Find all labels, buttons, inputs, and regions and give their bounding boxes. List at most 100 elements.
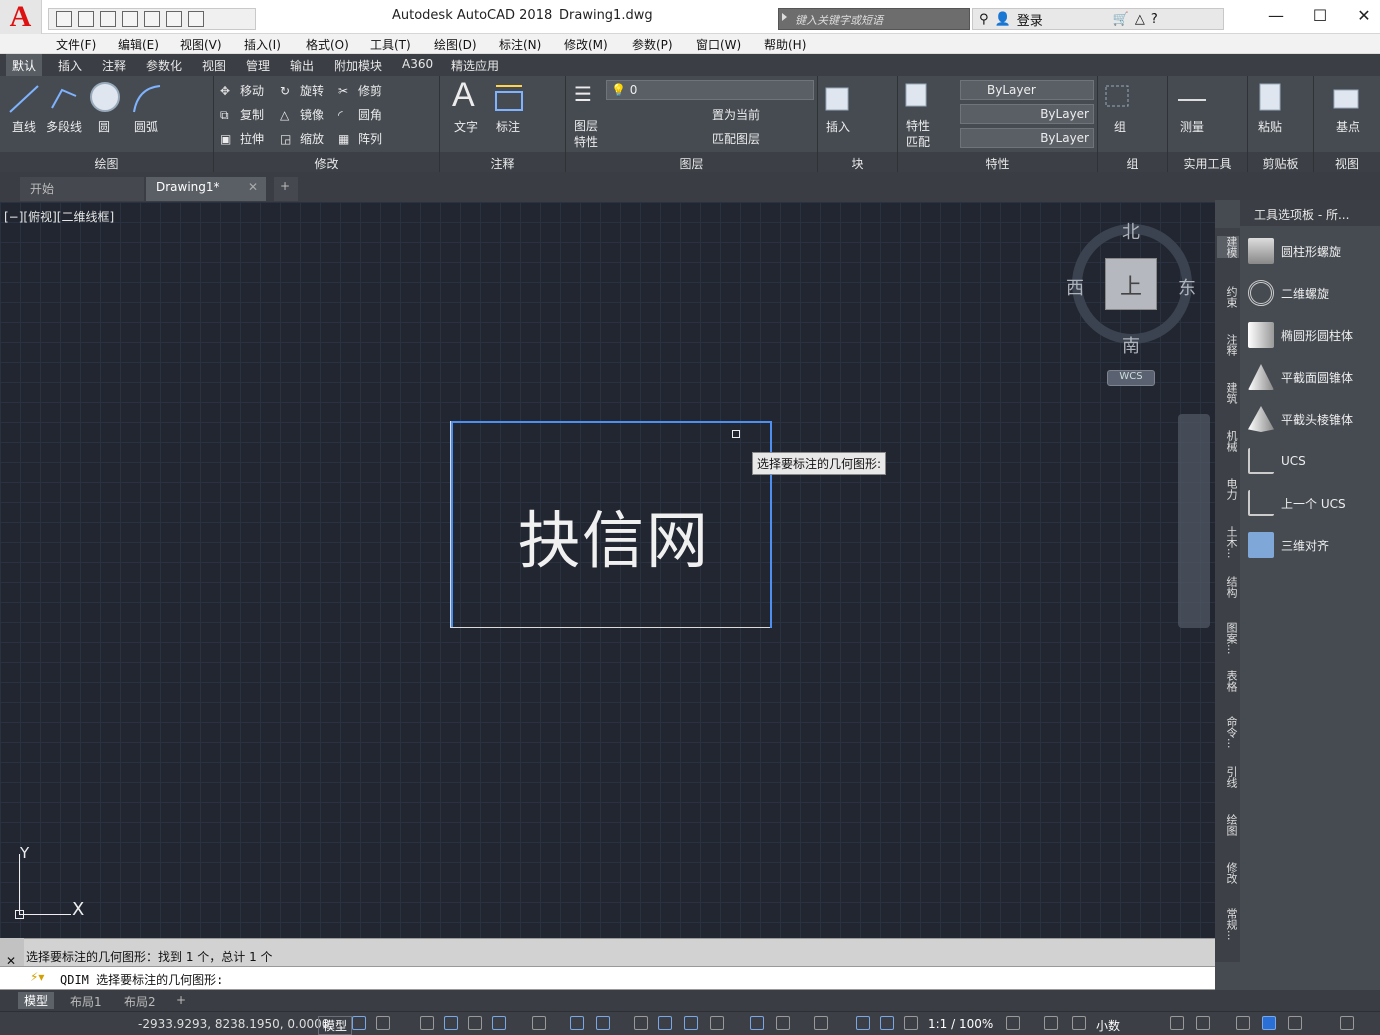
customization-icon[interactable] <box>1340 1016 1354 1030</box>
close-tab-icon[interactable]: ✕ <box>248 180 258 194</box>
ortho-icon[interactable] <box>468 1016 482 1030</box>
redo-icon[interactable] <box>188 11 204 27</box>
transparency-icon[interactable] <box>658 1016 672 1030</box>
app-menu-button[interactable]: A <box>0 0 42 34</box>
menu-dimension[interactable]: 标注(N) <box>499 36 541 53</box>
new-tab-button[interactable]: + <box>274 177 298 201</box>
palette-tab-tables[interactable]: 表格 <box>1217 670 1239 692</box>
palette-tab-modeling[interactable]: 建模 <box>1217 236 1239 258</box>
tab-layout1[interactable]: 布局1 <box>70 993 102 1010</box>
polyline-button[interactable]: 多段线 <box>46 118 82 135</box>
viewcube-north[interactable]: 北 <box>1122 218 1140 244</box>
login-button[interactable]: 登录 <box>1017 10 1043 29</box>
tab-model[interactable]: 模型 <box>18 992 55 1009</box>
menu-file[interactable]: 文件(F) <box>56 36 96 53</box>
quick-properties-icon[interactable] <box>1170 1016 1184 1030</box>
lock-ui-icon[interactable] <box>1196 1016 1210 1030</box>
binoculars-icon[interactable]: ⚲ <box>979 12 989 27</box>
tab-start[interactable]: 开始 <box>20 177 144 201</box>
dynamic-ucs-icon[interactable] <box>750 1016 764 1030</box>
linetype-dropdown[interactable]: ByLayer <box>960 104 1094 124</box>
annotation-scale-icon[interactable] <box>904 1016 918 1030</box>
infer-constraints-icon[interactable] <box>420 1016 434 1030</box>
palette-item-2d-spiral[interactable]: 二维螺旋 <box>1248 278 1329 308</box>
copy-button[interactable]: ⧉ 复制 <box>220 106 264 124</box>
tab-a360[interactable]: A360 <box>402 57 433 71</box>
menu-format[interactable]: 格式(O) <box>306 36 349 53</box>
lineweight-icon[interactable] <box>634 1016 648 1030</box>
recent-commands-icon[interactable]: ⚡▾ <box>30 970 44 984</box>
minimize-button[interactable]: — <box>1266 6 1286 26</box>
palette-item-frustum-pyramid[interactable]: 平截头棱锥体 <box>1248 404 1353 434</box>
add-layout-button[interactable]: + <box>176 993 186 1007</box>
polar-tracking-icon[interactable] <box>492 1016 506 1030</box>
tab-drawing1[interactable]: Drawing1* ✕ <box>146 177 266 201</box>
stretch-button[interactable]: ▣ 拉伸 <box>220 130 264 148</box>
model-space-button[interactable]: 模型 <box>318 1016 353 1035</box>
save-icon[interactable] <box>100 11 116 27</box>
tab-addins[interactable]: 附加模块 <box>334 57 382 74</box>
dynamic-input-icon[interactable] <box>444 1016 458 1030</box>
open-file-icon[interactable] <box>78 11 94 27</box>
palette-item-frustum-cone[interactable]: 平截面圆锥体 <box>1248 362 1353 392</box>
palette-tab-annotation[interactable]: 注释 <box>1217 334 1239 356</box>
modify-panel-title[interactable]: 修改 <box>214 152 439 172</box>
viewcube-south[interactable]: 南 <box>1122 332 1140 358</box>
annotation-panel-title[interactable]: 注释 <box>440 152 565 172</box>
isolate-objects-icon[interactable] <box>1236 1016 1250 1030</box>
palette-tab-hatches[interactable]: 图案... <box>1217 622 1239 655</box>
insert-button[interactable]: 插入 <box>826 118 850 135</box>
array-button[interactable]: ▦ 阵列 <box>338 130 382 148</box>
search-input[interactable]: 键入关键字或短语 <box>778 8 970 30</box>
draw-panel-title[interactable]: 绘图 <box>0 152 213 172</box>
arc-button[interactable]: 圆弧 <box>134 118 158 135</box>
3d-osnap-icon[interactable] <box>710 1016 724 1030</box>
tab-default[interactable]: 默认 <box>6 54 43 76</box>
grid-toggle-icon[interactable] <box>352 1016 366 1030</box>
layer-dropdown[interactable]: 💡 0 <box>606 80 814 100</box>
palette-item-previous-ucs[interactable]: 上一个 UCS <box>1248 488 1346 518</box>
menu-modify[interactable]: 修改(M) <box>564 36 608 53</box>
match-properties-button[interactable]: 特性匹配 <box>906 118 932 150</box>
tool-palette-title[interactable]: 工具选项板 - 所... <box>1240 200 1380 226</box>
trim-button[interactable]: ✂ 修剪 <box>338 82 382 100</box>
wcs-menu[interactable]: WCS <box>1107 370 1155 386</box>
palette-item-ucs[interactable]: UCS <box>1248 446 1306 476</box>
line-button[interactable]: 直线 <box>12 118 36 135</box>
mirror-button[interactable]: △ 镜像 <box>280 106 324 124</box>
annotation-visibility-icon[interactable] <box>856 1016 870 1030</box>
move-button[interactable]: ✥ 移动 <box>220 82 264 100</box>
utilities-panel-title[interactable]: 实用工具 <box>1168 152 1247 172</box>
palette-tab-modify[interactable]: 修改 <box>1217 862 1239 884</box>
palette-item-elliptical-cylinder[interactable]: 椭圆形圆柱体 <box>1248 320 1353 350</box>
viewcube-east[interactable]: 东 <box>1178 274 1196 300</box>
tab-manage[interactable]: 管理 <box>246 57 270 74</box>
search-expand-icon[interactable] <box>782 13 787 21</box>
tab-insert[interactable]: 插入 <box>58 57 82 74</box>
undo-icon[interactable] <box>166 11 182 27</box>
group-button[interactable]: 组 <box>1114 118 1126 135</box>
cart-icon[interactable]: 🛒 <box>1113 12 1129 27</box>
menu-parametric[interactable]: 参数(P) <box>632 36 673 53</box>
navigation-bar[interactable] <box>1178 414 1210 628</box>
isometric-icon[interactable] <box>532 1016 546 1030</box>
menu-draw[interactable]: 绘图(D) <box>434 36 477 53</box>
color-dropdown[interactable]: ByLayer <box>960 80 1094 100</box>
view-panel-title[interactable]: 视图 <box>1314 152 1380 172</box>
palette-tab-civil[interactable]: 土木... <box>1217 526 1239 559</box>
save-as-icon[interactable] <box>122 11 138 27</box>
maximize-button[interactable]: ☐ <box>1310 6 1330 26</box>
palette-tab-leaders[interactable]: 引线 <box>1217 766 1239 788</box>
lineweight-dropdown[interactable]: ByLayer <box>960 128 1094 148</box>
menu-help[interactable]: 帮助(H) <box>764 36 806 53</box>
block-panel-title[interactable]: 块 <box>818 152 897 172</box>
help-icon[interactable]: ? <box>1151 12 1158 27</box>
palette-tab-architectural[interactable]: 建筑 <box>1217 382 1239 404</box>
palette-tab-mechanical[interactable]: 机械 <box>1217 430 1239 452</box>
palette-tab-draw[interactable]: 绘图 <box>1217 814 1239 836</box>
scale-button[interactable]: ◲ 缩放 <box>280 130 324 148</box>
tab-layout2[interactable]: 布局2 <box>124 993 156 1010</box>
measure-button[interactable]: 测量 <box>1180 118 1204 135</box>
menu-window[interactable]: 窗口(W) <box>696 36 741 53</box>
set-current-button[interactable]: 置为当前 <box>712 106 760 123</box>
